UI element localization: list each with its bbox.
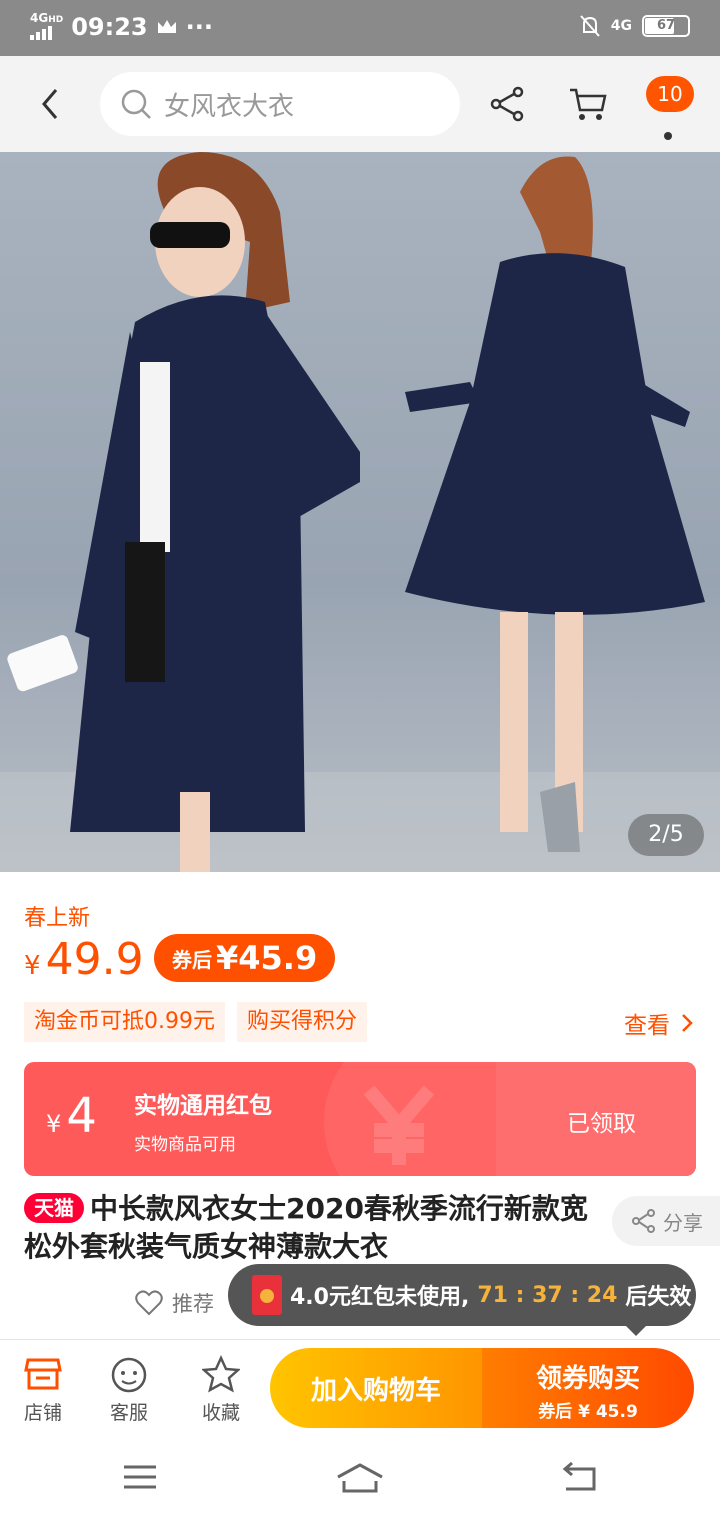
- red-envelope-icon: [252, 1275, 282, 1315]
- home-icon[interactable]: [336, 1461, 384, 1495]
- search-input[interactable]: 女风衣大衣: [100, 72, 460, 136]
- status-bar: 4GHD 09:23 ··· 4G 67: [0, 0, 720, 56]
- red-packet-title: 实物通用红包: [134, 1093, 272, 1119]
- favorite-button[interactable]: 收藏: [181, 1354, 261, 1425]
- share-icon: [632, 1209, 655, 1233]
- tmall-badge: 天猫: [24, 1193, 84, 1223]
- bottom-action-bar: 店铺 客服 收藏 加入购物车 领券购买 券后 ¥ 45.9: [0, 1339, 720, 1435]
- red-packet-amount: ¥ 4: [46, 1088, 97, 1144]
- back-nav-icon[interactable]: [560, 1461, 598, 1493]
- message-badge: 10: [646, 76, 694, 112]
- store-button[interactable]: 店铺: [3, 1354, 83, 1425]
- more-notifications-icon: ···: [185, 13, 213, 41]
- promo-tag[interactable]: 淘金币可抵0.99元: [24, 1002, 225, 1042]
- customer-service-button[interactable]: 客服: [89, 1354, 169, 1425]
- coupon-price-badge: 券后 ¥45.9: [154, 934, 336, 982]
- image-counter: 2/5: [628, 814, 704, 856]
- menu-icon[interactable]: [122, 1461, 158, 1493]
- mute-bell-icon: [580, 15, 600, 37]
- yen-watermark-icon: [363, 1085, 435, 1165]
- product-image-gallery[interactable]: 2/5: [0, 152, 720, 872]
- crown-icon: [157, 20, 176, 33]
- top-bar: 女风衣大衣 10: [0, 56, 720, 152]
- promo-tags: 淘金币可抵0.99元 购买得积分: [24, 1002, 368, 1042]
- view-promotions-link[interactable]: 查看: [624, 1006, 694, 1040]
- network-type-right: 4G: [610, 18, 632, 34]
- share-button[interactable]: 分享: [612, 1196, 720, 1246]
- chevron-right-icon: [682, 1014, 693, 1032]
- search-placeholder: 女风衣大衣: [164, 91, 295, 122]
- product-photo: [0, 152, 720, 872]
- system-nav-bar: [0, 1435, 720, 1520]
- price: ¥ 49.9: [24, 934, 144, 985]
- red-packet-subtitle: 实物商品可用: [134, 1135, 236, 1155]
- share-icon[interactable]: [490, 86, 526, 122]
- buy-with-coupon-button[interactable]: 领券购买 券后 ¥ 45.9: [482, 1348, 694, 1428]
- network-indicator: 4GHD: [30, 12, 63, 42]
- more-dot-icon: [664, 132, 672, 140]
- add-to-cart-button[interactable]: 加入购物车: [270, 1348, 482, 1428]
- price-value: 49.9: [45, 934, 144, 985]
- red-packet-reminder-toast[interactable]: 4.0元红包未使用, 71 : 37 : 24 后失效: [228, 1264, 696, 1336]
- recommend-button[interactable]: 推荐: [134, 1288, 214, 1318]
- search-icon: [121, 89, 151, 119]
- red-packet-card[interactable]: ¥ 4 实物通用红包 实物商品可用 已领取: [24, 1062, 696, 1176]
- countdown: 71 : 37 : 24: [477, 1282, 618, 1308]
- more-menu-button[interactable]: 10: [646, 76, 694, 144]
- promo-tag[interactable]: 购买得积分: [237, 1002, 368, 1042]
- battery-icon: 67: [642, 15, 690, 37]
- cart-icon[interactable]: [568, 84, 608, 124]
- signal-icon: [30, 26, 52, 40]
- service-icon: [111, 1357, 147, 1393]
- product-title: 天猫 中长款风衣女士2020春秋季流行新款宽松外套秋装气质女神薄款大衣: [24, 1190, 604, 1266]
- back-arrow-icon[interactable]: [36, 84, 68, 124]
- clock: 09:23: [71, 13, 148, 41]
- store-icon: [24, 1358, 62, 1390]
- red-packet-status: 已领取: [567, 1111, 636, 1137]
- star-icon: [202, 1355, 240, 1393]
- product-title-text: 中长款风衣女士2020春秋季流行新款宽松外套秋装气质女神薄款大衣: [24, 1192, 588, 1263]
- heart-icon: [135, 1290, 163, 1316]
- new-arrival-tag: 春上新: [24, 906, 91, 931]
